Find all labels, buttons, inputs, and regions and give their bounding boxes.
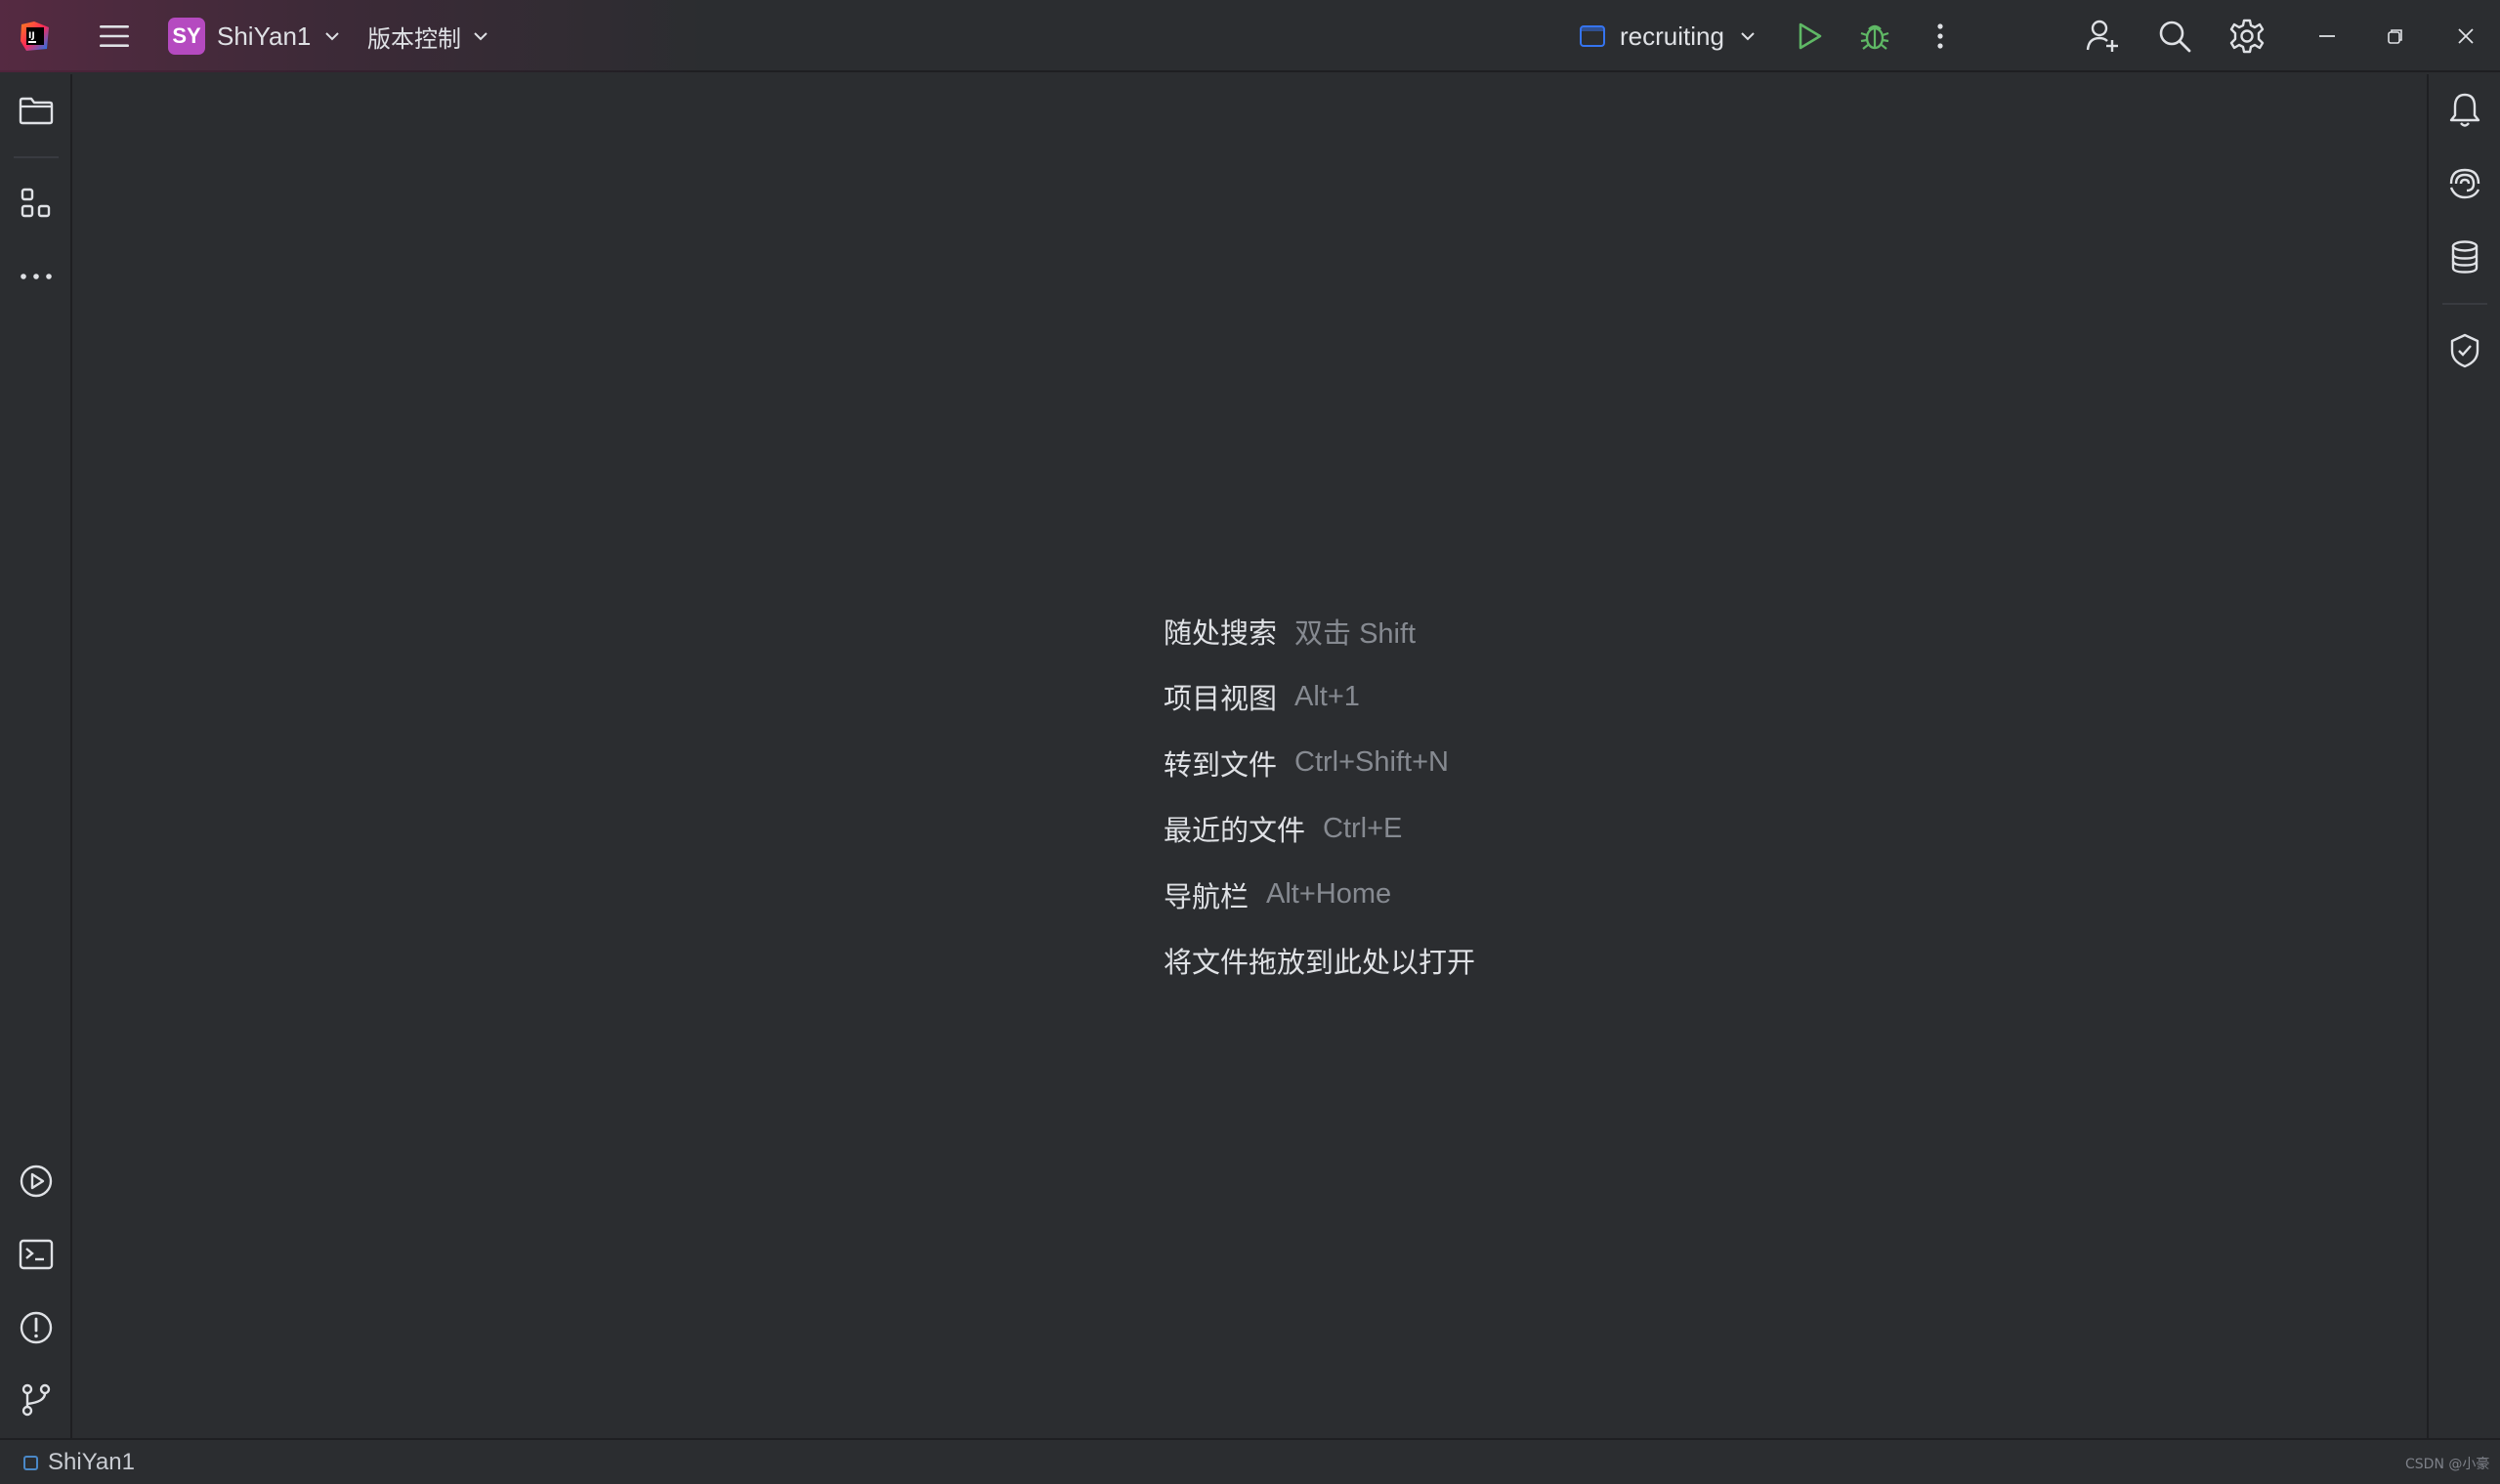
search-icon[interactable] xyxy=(2153,15,2196,58)
structure-icon[interactable] xyxy=(12,179,61,228)
separator xyxy=(14,156,59,158)
minimize-icon[interactable] xyxy=(2308,17,2347,56)
debug-icon[interactable] xyxy=(1854,17,1895,56)
vcs-widget[interactable]: 版本控制 xyxy=(367,14,490,59)
restore-icon[interactable] xyxy=(2376,17,2415,56)
hint-shortcut: Alt+1 xyxy=(1294,680,1360,712)
ai-assistant-icon[interactable] xyxy=(2440,159,2489,208)
hint-shortcut: Ctrl+Shift+N xyxy=(1294,746,1449,779)
hint-shortcut: Ctrl+E xyxy=(1323,812,1403,844)
separator xyxy=(2442,303,2487,305)
bell-icon[interactable] xyxy=(2440,86,2489,135)
more-vertical-icon[interactable] xyxy=(1921,17,1960,56)
vcs-label: 版本控制 xyxy=(367,24,461,53)
hamburger-menu-icon[interactable] xyxy=(94,17,135,56)
hint-row: 导航栏 Alt+Home xyxy=(1164,862,1475,928)
hint-shortcut: 双击 Shift xyxy=(1294,617,1417,650)
project-widget[interactable]: SY ShiYan1 xyxy=(168,14,342,59)
ide-window: IJ SY ShiYan1 版本控制 recruiting 随处搜索 双击 Sh… xyxy=(0,0,2500,1484)
folder-icon[interactable] xyxy=(12,86,61,135)
hint-row: 随处搜索 双击 Shift xyxy=(1164,598,1475,664)
chevron-down-icon xyxy=(471,26,490,46)
status-bar: ShiYan1 CSDN @小豪 xyxy=(0,1438,2500,1484)
run-tool-icon[interactable] xyxy=(12,1157,61,1206)
database-icon[interactable] xyxy=(2440,233,2489,281)
shield-check-icon[interactable] xyxy=(2440,326,2489,375)
svg-text:IJ: IJ xyxy=(28,31,35,41)
chevron-down-icon xyxy=(322,26,342,46)
hint-action: 转到文件 xyxy=(1164,747,1278,782)
run-icon[interactable] xyxy=(1790,17,1829,56)
gear-icon[interactable] xyxy=(2225,15,2268,58)
project-avatar: SY xyxy=(168,18,205,55)
title-bar: IJ SY ShiYan1 版本控制 recruiting xyxy=(0,0,2500,72)
status-project-widget[interactable]: ShiYan1 xyxy=(23,1448,135,1477)
project-name: ShiYan1 xyxy=(217,21,312,51)
hint-action: 最近的文件 xyxy=(1164,814,1306,848)
module-icon xyxy=(23,1455,38,1470)
watermark: CSDN @小豪 xyxy=(2405,1457,2490,1472)
run-configuration-selector[interactable]: recruiting xyxy=(1579,14,1758,59)
left-tool-window-bar xyxy=(0,74,72,1438)
run-configuration-name: recruiting xyxy=(1620,21,1724,51)
hint-shortcut: Alt+Home xyxy=(1266,878,1392,911)
hint-row: 将文件拖放到此处以打开 xyxy=(1164,928,1475,995)
add-user-icon[interactable] xyxy=(2081,15,2124,58)
hint-action: 导航栏 xyxy=(1164,879,1250,913)
hint-row: 项目视图 Alt+1 xyxy=(1164,664,1475,731)
editor-hints: 随处搜索 双击 Shift 项目视图 Alt+1 转到文件 Ctrl+Shift… xyxy=(1164,598,1475,994)
close-icon[interactable] xyxy=(2446,17,2485,56)
more-horizontal-icon[interactable] xyxy=(12,252,61,301)
hint-action: 项目视图 xyxy=(1164,682,1278,716)
chevron-down-icon xyxy=(1738,26,1758,46)
editor-empty-area[interactable]: 随处搜索 双击 Shift 项目视图 Alt+1 转到文件 Ctrl+Shift… xyxy=(74,74,2425,1438)
hint-action: 随处搜索 xyxy=(1164,615,1278,650)
status-project-name: ShiYan1 xyxy=(48,1449,135,1475)
right-tool-window-bar xyxy=(2427,74,2500,1438)
git-branch-icon[interactable] xyxy=(12,1376,61,1424)
intellij-logo-icon[interactable]: IJ xyxy=(16,17,55,56)
hint-row: 最近的文件 Ctrl+E xyxy=(1164,796,1475,863)
application-config-icon xyxy=(1579,23,1606,49)
problems-icon[interactable] xyxy=(12,1303,61,1352)
hint-action: 将文件拖放到此处以打开 xyxy=(1164,946,1476,980)
hint-row: 转到文件 Ctrl+Shift+N xyxy=(1164,730,1475,796)
terminal-icon[interactable] xyxy=(12,1230,61,1279)
